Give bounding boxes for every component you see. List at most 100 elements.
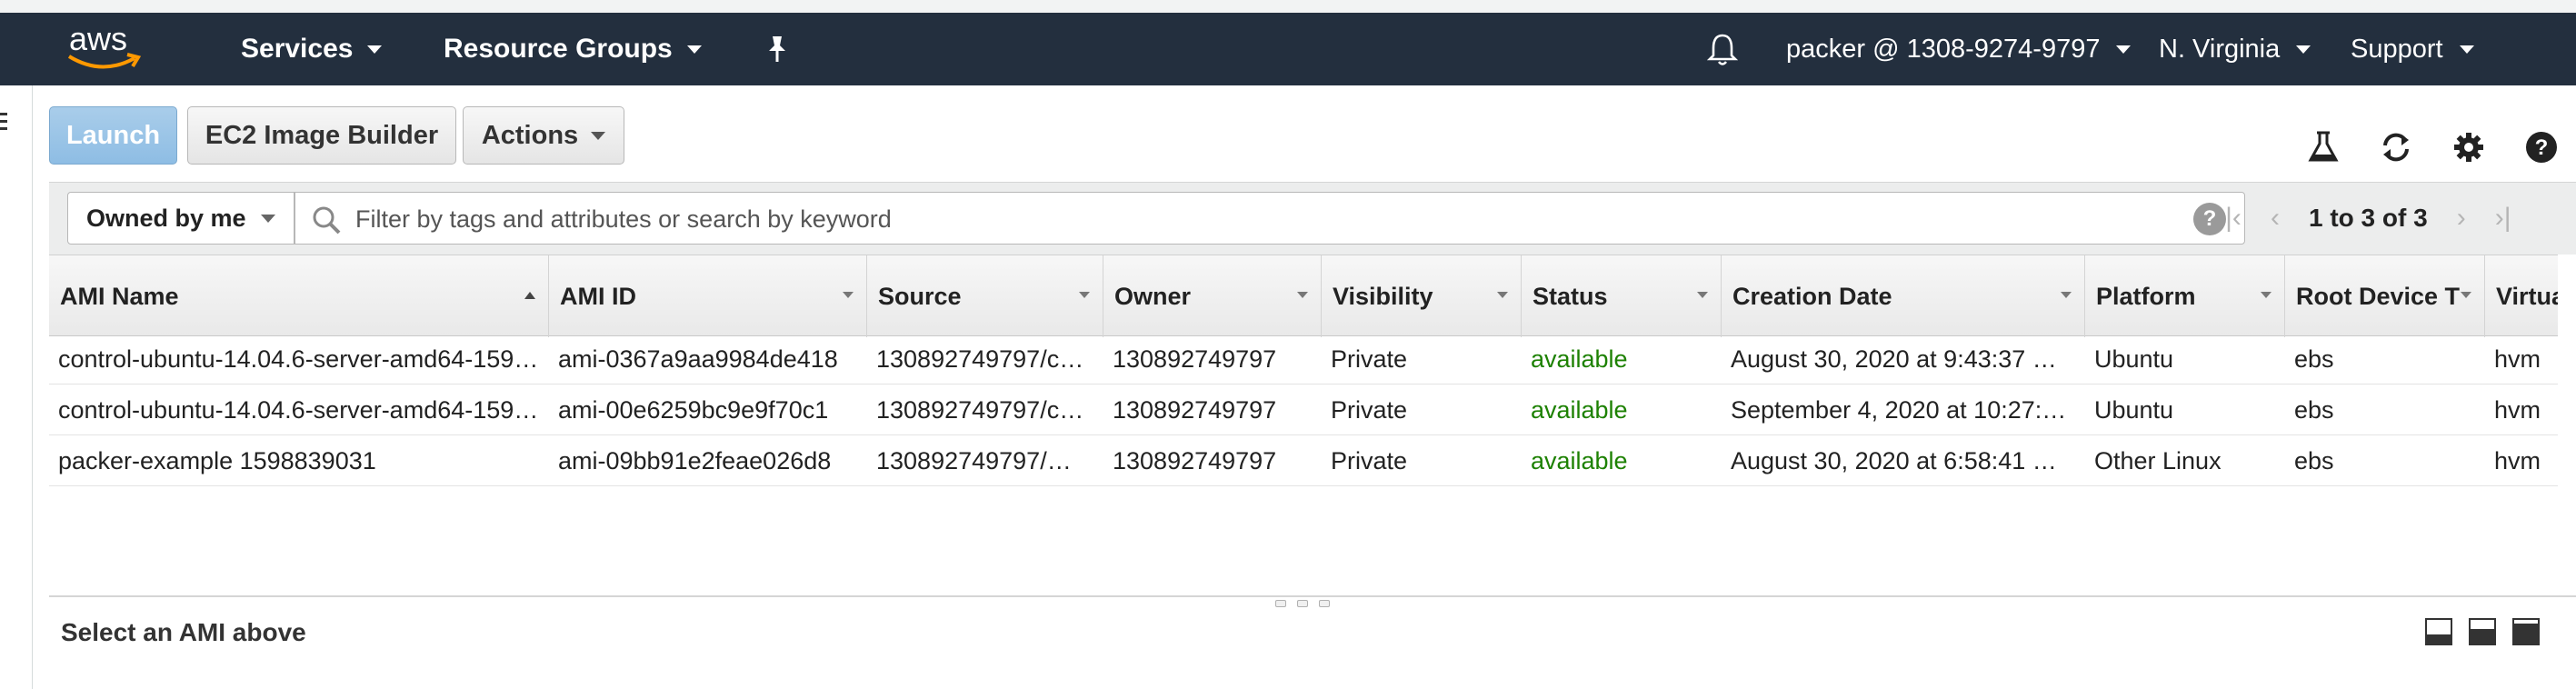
details-pane-divider xyxy=(49,595,2576,597)
gear-icon[interactable] xyxy=(2451,129,2487,165)
table-row[interactable]: control-ubuntu-14.04.6-server-amd64-159…… xyxy=(49,334,2558,384)
sort-icon xyxy=(1497,292,1508,298)
cell-ami-name: control-ubuntu-14.04.6-server-amd64-159… xyxy=(58,395,539,424)
chevron-down-icon xyxy=(260,214,275,223)
account-label: packer @ 1308-9274-9797 xyxy=(1786,34,2101,64)
last-page-icon[interactable]: ›| xyxy=(2482,203,2524,234)
column-header-owner[interactable]: Owner xyxy=(1103,255,1322,337)
chevron-down-icon xyxy=(2459,45,2474,54)
actions-label: Actions xyxy=(481,120,579,150)
cell-status: available xyxy=(1531,395,1628,424)
support-label: Support xyxy=(2351,34,2443,64)
services-label: Services xyxy=(241,34,354,64)
image-builder-label: EC2 Image Builder xyxy=(205,120,439,150)
column-header-label: Virtua xyxy=(2496,282,2558,310)
sort-asc-icon xyxy=(524,292,535,299)
column-header-virtualization[interactable]: Virtua xyxy=(2485,255,2558,337)
sort-icon xyxy=(843,292,854,298)
cell-virtualization: hvm xyxy=(2494,446,2541,474)
details-empty-message: Select an AMI above xyxy=(61,618,306,646)
aws-logo[interactable]: aws xyxy=(65,20,147,76)
cell-ami-name: packer-example 1598839031 xyxy=(58,446,376,474)
cell-owner: 130892749797 xyxy=(1113,446,1277,474)
cell-root-device: ebs xyxy=(2294,446,2334,474)
resource-groups-menu[interactable]: Resource Groups xyxy=(444,13,702,85)
services-menu[interactable]: Services xyxy=(241,13,383,85)
cell-status: available xyxy=(1531,446,1628,474)
chevron-down-icon xyxy=(367,45,383,54)
chevron-down-icon xyxy=(591,131,606,140)
sort-icon xyxy=(2461,292,2471,298)
sort-icon xyxy=(1697,292,1708,298)
sort-icon xyxy=(2261,292,2271,298)
cell-ami-id: ami-0367a9aa9984de418 xyxy=(558,344,838,373)
owned-by-dropdown[interactable]: Owned by me xyxy=(67,192,295,245)
first-page-icon[interactable]: |‹ xyxy=(2212,203,2254,234)
resource-groups-label: Resource Groups xyxy=(444,34,673,64)
help-icon[interactable]: ? xyxy=(2523,129,2560,165)
layout-bottom-small-icon[interactable] xyxy=(2425,618,2452,645)
cell-visibility: Private xyxy=(1331,395,1408,424)
svg-text:?: ? xyxy=(2535,135,2549,160)
layout-bottom-half-icon[interactable] xyxy=(2469,618,2496,645)
column-header-visibility[interactable]: Visibility xyxy=(1322,255,1522,337)
table-row[interactable]: packer-example 1598839031 ami-09bb91e2fe… xyxy=(49,435,2558,486)
actions-button[interactable]: Actions xyxy=(463,106,624,165)
cell-source: 130892749797/c… xyxy=(876,344,1084,373)
chevron-down-icon xyxy=(2116,45,2132,54)
next-page-icon[interactable]: › xyxy=(2441,203,2482,234)
sort-icon xyxy=(2061,292,2072,298)
browser-top-strip xyxy=(0,0,2576,13)
cell-virtualization: hvm xyxy=(2494,344,2541,373)
prev-page-icon[interactable]: ‹ xyxy=(2254,203,2296,234)
column-header-status[interactable]: Status xyxy=(1522,255,1722,337)
sidebar-toggle-icon[interactable] xyxy=(0,113,9,133)
search-placeholder: Filter by tags and attributes or search … xyxy=(355,205,892,233)
cell-ami-id: ami-09bb91e2feae026d8 xyxy=(558,446,832,474)
column-header-ami-name[interactable]: AMI Name xyxy=(49,255,549,337)
region-label: N. Virginia xyxy=(2159,34,2281,64)
column-header-platform[interactable]: Platform xyxy=(2085,255,2285,337)
table-row[interactable]: control-ubuntu-14.04.6-server-amd64-159…… xyxy=(49,384,2558,435)
bell-icon[interactable] xyxy=(1707,13,1738,85)
column-header-label: AMI ID xyxy=(560,282,636,310)
column-header-source[interactable]: Source xyxy=(867,255,1103,337)
top-navigation-bar: aws Services Resource Groups packer @ 13… xyxy=(0,13,2576,85)
cell-root-device: ebs xyxy=(2294,395,2334,424)
page-range: 1 to 3 of 3 xyxy=(2309,204,2428,232)
filter-bar: Owned by me Filter by tags and attribute… xyxy=(49,182,2576,255)
chevron-down-icon xyxy=(2296,45,2311,54)
search-input[interactable]: Filter by tags and attributes or search … xyxy=(295,192,2245,245)
image-builder-button[interactable]: EC2 Image Builder xyxy=(187,106,456,165)
owned-by-label: Owned by me xyxy=(86,204,246,232)
collapsed-sidebar xyxy=(0,85,33,689)
cell-visibility: Private xyxy=(1331,344,1408,373)
account-menu[interactable]: packer @ 1308-9274-9797 xyxy=(1786,13,2132,85)
pin-icon[interactable] xyxy=(764,13,791,85)
cell-ami-id: ami-00e6259bc9e9f70c1 xyxy=(558,395,829,424)
layout-bottom-large-icon[interactable] xyxy=(2512,618,2540,645)
refresh-icon[interactable] xyxy=(2378,129,2414,165)
flask-icon[interactable] xyxy=(2305,129,2341,165)
column-header-label: Platform xyxy=(2096,282,2196,310)
cell-source: 130892749797/c… xyxy=(876,395,1084,424)
cell-creation-date: August 30, 2020 at 9:43:37 … xyxy=(1731,344,2057,373)
region-menu[interactable]: N. Virginia xyxy=(2159,13,2311,85)
aws-smile-icon xyxy=(67,53,142,69)
column-header-root-device[interactable]: Root Device T xyxy=(2285,255,2485,337)
resize-handle[interactable] xyxy=(1275,600,1330,609)
support-menu[interactable]: Support xyxy=(2351,13,2474,85)
cell-platform: Other Linux xyxy=(2094,446,2222,474)
column-header-label: Owner xyxy=(1114,282,1192,310)
launch-button[interactable]: Launch xyxy=(49,106,177,165)
column-header-label: Status xyxy=(1533,282,1608,310)
column-header-label: Source xyxy=(878,282,962,310)
column-header-label: AMI Name xyxy=(60,282,179,310)
cell-status: available xyxy=(1531,344,1628,373)
sort-icon xyxy=(1079,292,1090,298)
sort-icon xyxy=(1297,292,1308,298)
cell-root-device: ebs xyxy=(2294,344,2334,373)
column-header-creation-date[interactable]: Creation Date xyxy=(1722,255,2085,337)
cell-platform: Ubuntu xyxy=(2094,395,2174,424)
column-header-ami-id[interactable]: AMI ID xyxy=(549,255,867,337)
